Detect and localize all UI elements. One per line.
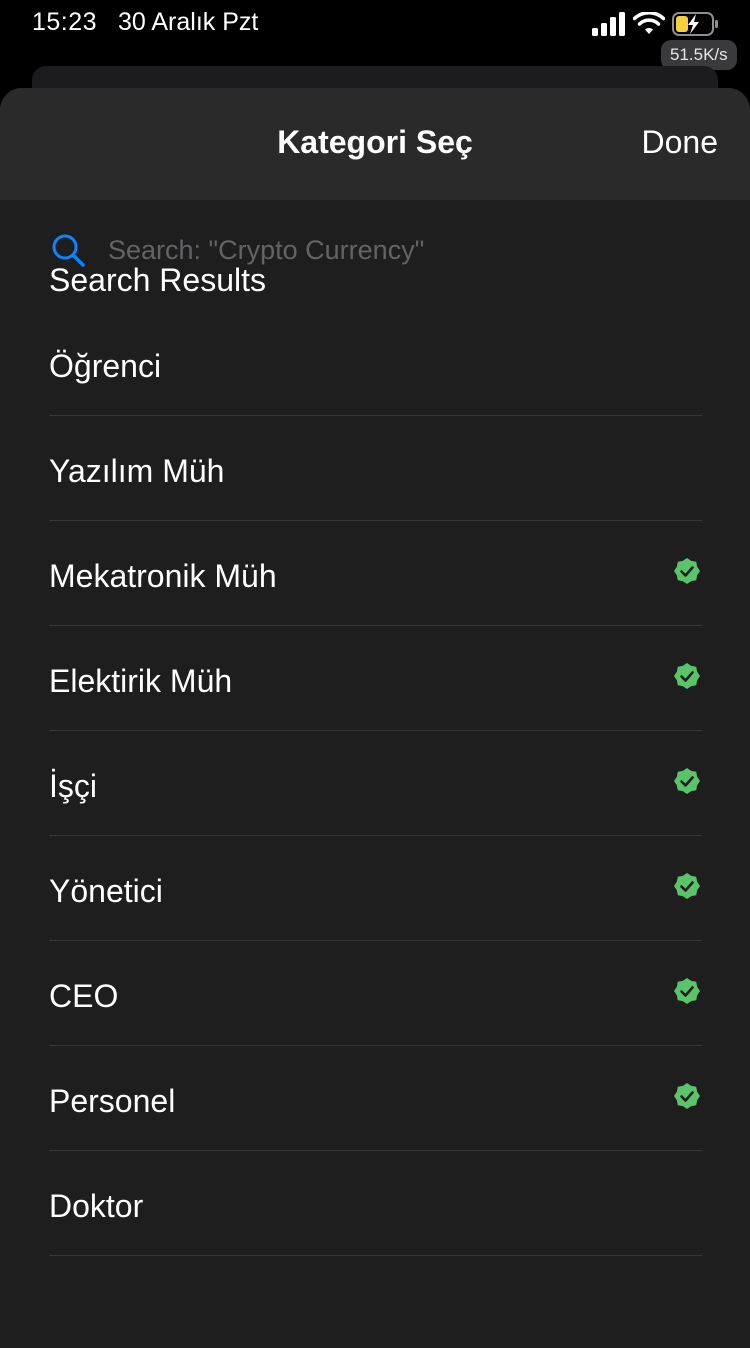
list-item[interactable]: Yönetici [49, 836, 702, 941]
list-item-label: CEO [49, 978, 119, 1014]
list-item-label: Öğrenci [49, 348, 162, 384]
list-item[interactable]: Doktor [49, 1151, 702, 1256]
sheet-header: Kategori Seç Done [0, 88, 750, 200]
list-item[interactable]: İşçi [49, 731, 702, 836]
list-item-label: Yazılım Müh [49, 453, 225, 489]
list-item-label: Doktor [49, 1188, 144, 1224]
status-time: 15:23 [32, 8, 98, 36]
wifi-icon [633, 12, 665, 34]
list-item[interactable]: CEO [49, 941, 702, 1046]
verified-badge-icon [674, 873, 700, 899]
battery-charging-icon [672, 12, 718, 36]
list-item[interactable]: Mekatronik Müh [49, 521, 702, 626]
verified-badge-icon [674, 978, 700, 1004]
verified-badge-icon [674, 663, 700, 689]
verified-badge-icon [674, 768, 700, 794]
search-results-heading: Search Results [49, 262, 266, 298]
verified-badge-icon [674, 1083, 700, 1109]
status-bar: 15:23 30 Aralık Pzt 51.5K/s [0, 0, 750, 70]
list-item[interactable]: Personel [49, 1046, 702, 1151]
list-item[interactable]: Yazılım Müh [49, 416, 702, 521]
verified-badge-icon [674, 558, 700, 584]
list-item-label: Elektirik Müh [49, 663, 233, 699]
list-item[interactable]: Elektirik Müh [49, 626, 702, 731]
done-button[interactable]: Done [642, 124, 719, 161]
status-date: 30 Aralık Pzt [118, 8, 259, 36]
list-item-label: Personel [49, 1083, 176, 1119]
signal-icon [592, 12, 625, 36]
list-item[interactable]: Öğrenci [49, 311, 702, 416]
list-item-label: Yönetici [49, 873, 163, 909]
list-item-label: Mekatronik Müh [49, 558, 277, 594]
sheet-title: Kategori Seç [277, 124, 473, 160]
results-list: Öğrenci Yazılım Müh Mekatronik Müh Elektiri… [49, 311, 702, 1256]
list-item-label: İşçi [49, 768, 97, 804]
